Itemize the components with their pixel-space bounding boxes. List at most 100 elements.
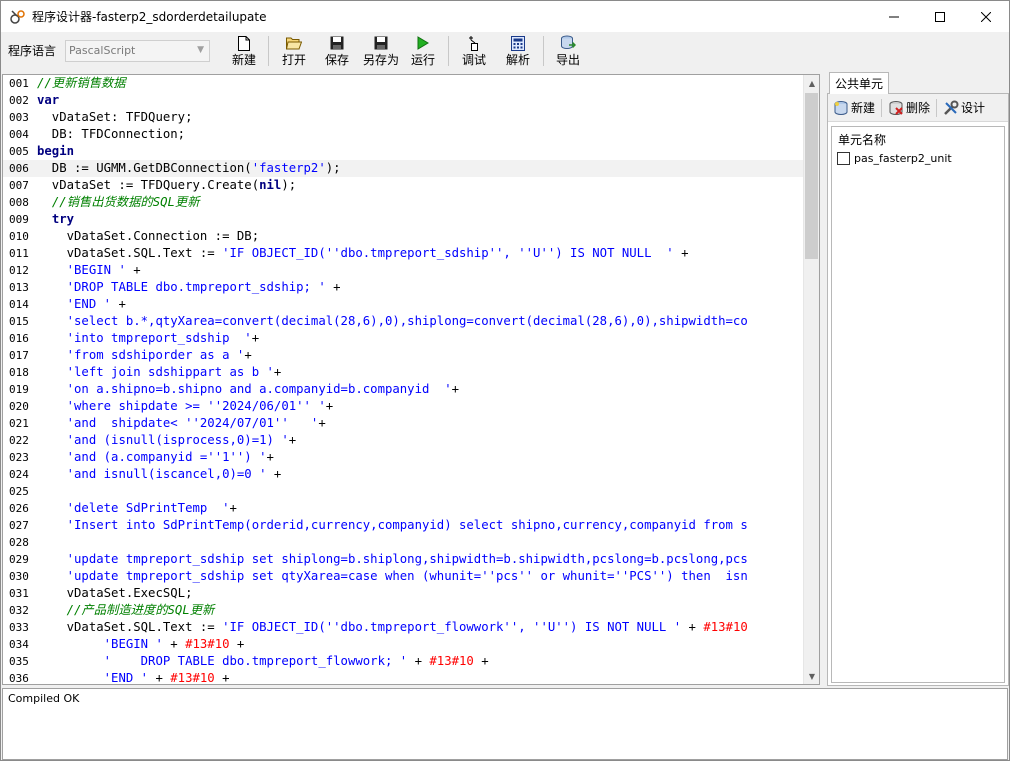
code-line[interactable]: 032 //产品制造进度的SQL更新 — [3, 602, 805, 619]
scrollbar-thumb[interactable] — [805, 93, 818, 259]
code-line[interactable]: 018 'left join sdshippart as b '+ — [3, 364, 805, 381]
code-line[interactable]: 016 'into tmpreport_sdship '+ — [3, 330, 805, 347]
code-line[interactable]: 023 'and (a.companyid =''1'') '+ — [3, 449, 805, 466]
line-number: 003 — [9, 111, 29, 124]
code-text: vDataSet.Connection := DB; — [37, 229, 260, 243]
new-database-icon — [833, 100, 849, 116]
save-disk-icon — [329, 35, 345, 51]
export-button[interactable]: 导出 — [554, 34, 582, 68]
code-line[interactable]: 031 vDataSet.ExecSQL; — [3, 585, 805, 602]
code-line[interactable]: 019 'on a.shipno=b.shipno and a.companyi… — [3, 381, 805, 398]
list-item[interactable]: pas_fasterp2_unit — [832, 149, 1004, 167]
code-line[interactable]: 015 'select b.*,qtyXarea=convert(decimal… — [3, 313, 805, 330]
open-button[interactable]: 打开 — [280, 34, 308, 68]
line-number: 010 — [9, 230, 29, 243]
line-number: 025 — [9, 485, 29, 498]
code-line[interactable]: 004 DB: TFDConnection; — [3, 126, 805, 143]
line-number: 028 — [9, 536, 29, 549]
code-editor[interactable]: 001 //更新销售数据 002 var 003 vDataSet: TFDQuery;… — [2, 74, 820, 685]
unit-design-button[interactable]: 设计 — [943, 99, 985, 116]
code-line[interactable]: 007 vDataSet := TFDQuery.Create(nil); — [3, 177, 805, 194]
code-line[interactable]: 034 'BEGIN ' + #13#10 + — [3, 636, 805, 653]
code-line[interactable]: 005 begin — [3, 143, 805, 160]
new-file-icon — [236, 35, 252, 51]
toolbar: 程序语言 PascalScript ▼ 新建 打开 保存 另存为 运行 调试 解… — [1, 32, 1009, 70]
line-number: 021 — [9, 417, 29, 430]
line-number: 009 — [9, 213, 29, 226]
line-number: 005 — [9, 145, 29, 158]
maximize-button[interactable] — [917, 1, 963, 32]
code-line[interactable]: 029 'update tmpreport_sdship set shiplon… — [3, 551, 805, 568]
code-line[interactable]: 002 var — [3, 92, 805, 109]
line-number: 031 — [9, 587, 29, 600]
code-lines[interactable]: 001 //更新销售数据 002 var 003 vDataSet: TFDQuery;… — [3, 75, 805, 684]
code-line[interactable]: 020 'where shipdate >= ''2024/06/01'' '+ — [3, 398, 805, 415]
code-line[interactable]: 009 try — [3, 211, 805, 228]
close-button[interactable] — [963, 1, 1009, 32]
code-text: 'DROP TABLE dbo.tmpreport_sdship; ' + — [66, 280, 341, 294]
line-number: 035 — [9, 655, 29, 668]
unit-list[interactable]: 单元名称 pas_fasterp2_unit — [831, 126, 1005, 683]
unit-checkbox[interactable] — [837, 151, 850, 165]
run-button[interactable]: 运行 — [409, 34, 437, 68]
code-text: //销售出货数据的SQL更新 — [51, 195, 200, 209]
designer-window: 程序设计器-fasterp2_sdorderdetailupate 程序语言 P… — [0, 0, 1010, 761]
code-text: vDataSet := TFDQuery.Create(nil); — [37, 178, 297, 192]
code-line[interactable]: 006 DB := UGMM.GetDBConnection('fasterp2… — [3, 160, 805, 177]
line-number: 012 — [9, 264, 29, 277]
close-icon — [981, 11, 991, 22]
code-text: 'left join sdshippart as b '+ — [66, 365, 282, 379]
parse-button[interactable]: 解析 — [504, 34, 532, 68]
public-units-panel: 公共单元 新建 删除 设计 单元名称 pas_fasterp2_unit — [827, 72, 1009, 686]
public-units-body: 新建 删除 设计 单元名称 pas_fasterp2_unit — [827, 93, 1009, 686]
code-text: 'select b.*,qtyXarea=convert(decimal(28,… — [66, 314, 748, 328]
minimize-button[interactable] — [871, 1, 917, 32]
line-number: 034 — [9, 638, 29, 651]
minimize-icon — [889, 16, 899, 17]
scroll-down-icon[interactable]: ▼ — [804, 668, 819, 684]
code-line[interactable]: 024 'and isnull(iscancel,0)=0 ' + — [3, 466, 805, 483]
code-line[interactable]: 022 'and (isnull(isprocess,0)=1) '+ — [3, 432, 805, 449]
line-number: 032 — [9, 604, 29, 617]
save-as-button[interactable]: 另存为 — [362, 34, 400, 68]
language-select[interactable]: PascalScript ▼ — [65, 40, 210, 62]
code-line[interactable]: 036 'END ' + #13#10 + — [3, 670, 805, 684]
line-number: 001 — [9, 77, 29, 90]
unit-new-button[interactable]: 新建 — [833, 99, 875, 116]
code-line[interactable]: 001 //更新销售数据 — [3, 75, 805, 92]
code-line[interactable]: 013 'DROP TABLE dbo.tmpreport_sdship; ' … — [3, 279, 805, 296]
line-number: 036 — [9, 672, 29, 684]
code-text: 'END ' + #13#10 + — [103, 671, 230, 684]
line-number: 022 — [9, 434, 29, 447]
code-line[interactable]: 028 — [3, 534, 805, 551]
code-line[interactable]: 035 ' DROP TABLE dbo.tmpreport_flowwork;… — [3, 653, 805, 670]
maximize-icon — [935, 11, 945, 22]
line-number: 014 — [9, 298, 29, 311]
code-line[interactable]: 017 'from sdshiporder as a '+ — [3, 347, 805, 364]
line-number: 017 — [9, 349, 29, 362]
code-line[interactable]: 014 'END ' + — [3, 296, 805, 313]
new-button[interactable]: 新建 — [230, 34, 258, 68]
scroll-up-icon[interactable]: ▲ — [804, 75, 819, 91]
code-line[interactable]: 027 'Insert into SdPrintTemp(orderid,cur… — [3, 517, 805, 534]
debug-button[interactable]: 调试 — [460, 34, 488, 68]
tab-public-units[interactable]: 公共单元 — [829, 72, 889, 94]
toolbar-separator — [268, 36, 269, 66]
code-line[interactable]: 026 'delete SdPrintTemp '+ — [3, 500, 805, 517]
code-line[interactable]: 025 — [3, 483, 805, 500]
language-label: 程序语言 — [8, 44, 57, 58]
save-button[interactable]: 保存 — [323, 34, 351, 68]
code-line[interactable]: 010 vDataSet.Connection := DB; — [3, 228, 805, 245]
code-line[interactable]: 033 vDataSet.SQL.Text := 'IF OBJECT_ID('… — [3, 619, 805, 636]
editor-vertical-scrollbar[interactable]: ▲ ▼ — [803, 75, 819, 684]
code-line[interactable]: 012 'BEGIN ' + — [3, 262, 805, 279]
unit-delete-button[interactable]: 删除 — [888, 99, 930, 116]
code-line[interactable]: 003 vDataSet: TFDQuery; — [3, 109, 805, 126]
code-line[interactable]: 021 'and shipdate< ''2024/07/01'' '+ — [3, 415, 805, 432]
code-line[interactable]: 008 //销售出货数据的SQL更新 — [3, 194, 805, 211]
app-icon — [10, 9, 26, 25]
code-line[interactable]: 030 'update tmpreport_sdship set qtyXare… — [3, 568, 805, 585]
code-line[interactable]: 011 vDataSet.SQL.Text := 'IF OBJECT_ID('… — [3, 245, 805, 262]
line-number: 015 — [9, 315, 29, 328]
code-text: begin — [37, 144, 75, 158]
